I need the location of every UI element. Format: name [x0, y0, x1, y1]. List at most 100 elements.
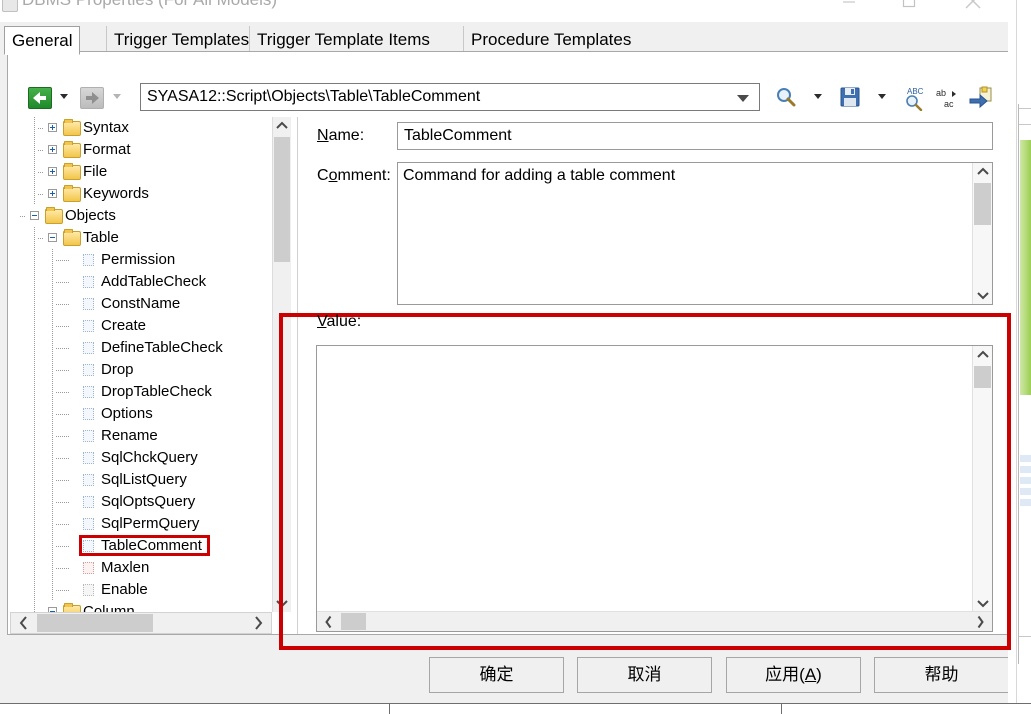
script-object-tree[interactable]: Syntax Format File Keywords Objects Table Perm… [10, 117, 290, 612]
tree-item[interactable]: Rename [10, 425, 290, 447]
tree-item[interactable]: DropTableCheck [10, 381, 290, 403]
tree-item[interactable]: Syntax [10, 117, 290, 139]
comment-scroll-down-button[interactable] [973, 286, 992, 304]
tree-scroll-up-button[interactable] [273, 117, 291, 135]
export-icon[interactable] [968, 85, 992, 109]
tree-scroll-left-button[interactable] [12, 614, 36, 632]
dbms-properties-dialog: DBMS Properties (For All Models) General… [0, 0, 1008, 713]
tree-item[interactable]: Options [10, 403, 290, 425]
value-label: Value: [317, 313, 362, 330]
value-vertical-scrollbar[interactable] [972, 346, 992, 612]
tree-item[interactable]: DefineTableCheck [10, 337, 290, 359]
tree-item-label: SqlChckQuery [101, 449, 198, 466]
tree-hscroll-thumb[interactable] [37, 614, 153, 632]
comment-textarea[interactable]: Command for adding a table comment [397, 162, 993, 305]
minimize-button[interactable] [826, 0, 872, 14]
spellcheck-icon[interactable]: ABC [902, 85, 926, 112]
chevron-right-icon [255, 616, 263, 630]
tree-item[interactable]: ConstName [10, 293, 290, 315]
find-icon[interactable] [774, 85, 798, 109]
value-scroll-right-button[interactable] [969, 613, 991, 630]
back-dropdown-caret-icon[interactable] [60, 94, 68, 99]
back-button[interactable] [28, 87, 52, 109]
find-dropdown-caret-icon[interactable] [814, 94, 822, 99]
cancel-button[interactable]: 取消 [577, 657, 712, 693]
tree-guide-line [34, 425, 35, 447]
forward-dropdown-caret-icon[interactable] [113, 94, 121, 99]
tree-item-label: Column [83, 603, 135, 612]
tab-procedure-templates[interactable]: Procedure Templates [463, 26, 638, 53]
tree-item[interactable]: Objects [10, 205, 290, 227]
tab-general[interactable]: General [4, 26, 81, 55]
tree-item-label: Permission [101, 251, 176, 268]
tree-item[interactable]: Table [10, 227, 290, 249]
tree-item[interactable]: SqlListQuery [10, 469, 290, 491]
apply-label-prefix: 应用( [765, 665, 805, 684]
tab-trigger-templates[interactable]: Trigger Templates [106, 26, 256, 53]
tree-item[interactable]: File [10, 161, 290, 183]
folder-icon [63, 185, 81, 202]
tree-item[interactable]: Format [10, 139, 290, 161]
comment-vertical-scrollbar[interactable] [972, 163, 992, 304]
tree-item[interactable]: Create [10, 315, 290, 337]
tree-horizontal-scrollbar[interactable] [10, 612, 272, 634]
value-hscroll-thumb[interactable] [341, 613, 366, 630]
forward-button[interactable] [80, 87, 104, 109]
tree-item[interactable]: Drop [10, 359, 290, 381]
tree-scroll-right-button[interactable] [246, 614, 270, 632]
value-textarea[interactable] [316, 345, 993, 632]
tree-guide-line [52, 315, 53, 337]
tree-collapse-icon[interactable] [48, 233, 57, 242]
value-scroll-up-button[interactable] [973, 346, 992, 364]
tree-guide-line [56, 304, 69, 305]
tree-expand-icon[interactable] [48, 145, 57, 154]
help-button[interactable]: 帮助 [874, 657, 1008, 693]
tree-guide-line [52, 513, 53, 535]
tree-guide-line [52, 579, 53, 601]
folder-icon [45, 207, 63, 224]
tree-expand-icon[interactable] [48, 123, 57, 132]
ok-button[interactable]: 确定 [429, 657, 564, 693]
value-scroll-down-button[interactable] [973, 594, 992, 612]
tree-item[interactable]: SqlChckQuery [10, 447, 290, 469]
comment-scroll-thumb[interactable] [974, 183, 991, 225]
tree-expand-icon[interactable] [48, 167, 57, 176]
tree-item-label: SqlListQuery [101, 471, 187, 488]
svg-text:ab: ab [936, 88, 946, 98]
folder-icon [63, 141, 81, 158]
tree-item[interactable]: Enable [10, 579, 290, 601]
name-input[interactable]: TableComment [397, 122, 993, 150]
maximize-button[interactable] [886, 0, 932, 14]
tree-item[interactable]: SqlPermQuery [10, 513, 290, 535]
tree-guide-line [34, 271, 35, 293]
tree-item-selected[interactable]: TableComment [10, 535, 290, 557]
background-text-block [1020, 488, 1031, 495]
tree-item[interactable]: AddTableCheck [10, 271, 290, 293]
tree-guide-line [56, 260, 69, 261]
value-scroll-thumb[interactable] [974, 366, 991, 388]
replace-icon[interactable]: ab ac [934, 85, 958, 109]
tree-scroll-thumb[interactable] [274, 137, 290, 262]
value-scroll-left-button[interactable] [318, 613, 340, 630]
tree-item[interactable]: Maxlen [10, 557, 290, 579]
value-horizontal-scrollbar[interactable] [317, 611, 992, 631]
chevron-up-icon [976, 167, 989, 175]
save-dropdown-caret-icon[interactable] [878, 94, 886, 99]
tree-collapse-icon[interactable] [30, 211, 39, 220]
tree-item[interactable]: Column [10, 601, 290, 612]
tree-item[interactable]: Permission [10, 249, 290, 271]
tree-item[interactable]: Keywords [10, 183, 290, 205]
tree-scroll-down-button[interactable] [273, 594, 291, 612]
tree-expand-icon[interactable] [48, 189, 57, 198]
script-item-icon [83, 254, 94, 266]
tree-item[interactable]: SqlOptsQuery [10, 491, 290, 513]
comment-scroll-up-button[interactable] [973, 163, 992, 181]
chevron-down-icon[interactable] [737, 95, 749, 102]
close-button[interactable] [950, 0, 996, 14]
tree-vertical-scrollbar[interactable] [272, 117, 291, 612]
tree-item-label: Maxlen [101, 559, 150, 576]
apply-button[interactable]: 应用(A) [726, 657, 861, 693]
object-path-combobox[interactable]: SYASA12::Script\Objects\Table\TableComme… [140, 83, 760, 111]
tab-trigger-template-items[interactable]: Trigger Template Items [249, 26, 437, 53]
save-icon[interactable] [838, 85, 862, 109]
